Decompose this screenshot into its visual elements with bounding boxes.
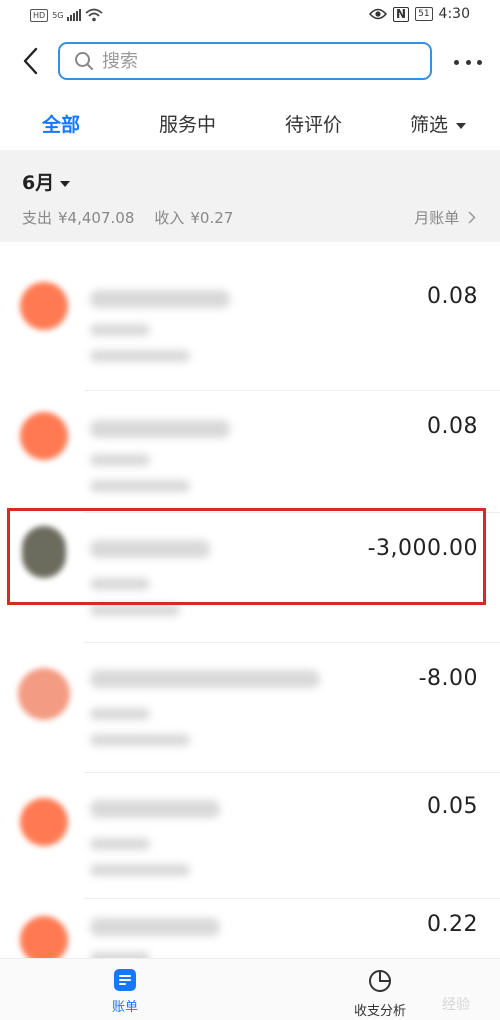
blurred-text xyxy=(90,800,220,818)
status-bar: HD 5G N 51 4:30 xyxy=(0,0,500,34)
network-label: 5G xyxy=(52,10,64,20)
month-summary: 6月 支出 ¥4,407.08 收入 ¥0.27 月账单 xyxy=(0,150,500,242)
nav-bill-label: 账单 xyxy=(111,1000,138,1015)
avatar xyxy=(20,282,68,330)
blurred-text xyxy=(90,604,180,616)
eye-icon xyxy=(369,8,388,20)
avatar xyxy=(20,412,68,460)
battery-icon: 51 xyxy=(415,7,433,21)
blurred-text xyxy=(90,708,150,720)
blurred-text xyxy=(90,454,150,466)
hd-badge: HD xyxy=(30,8,49,22)
divider xyxy=(84,642,500,643)
filter-label: 筛选 xyxy=(410,114,449,136)
transaction-row[interactable]: 0.08 xyxy=(0,392,500,518)
expense-value: ¥4,407.08 xyxy=(58,209,135,227)
transaction-amount: 0.05 xyxy=(427,794,478,819)
transaction-row[interactable]: 0.08 xyxy=(0,262,500,388)
search-input[interactable] xyxy=(102,50,402,72)
transaction-row[interactable]: 0.05 xyxy=(0,778,500,904)
blurred-text xyxy=(90,324,150,336)
blurred-text xyxy=(90,918,220,936)
caret-down-icon xyxy=(60,180,71,187)
blurred-text xyxy=(90,734,190,746)
divider xyxy=(84,772,500,773)
nav-analysis-tab[interactable]: 收支分析 xyxy=(345,969,415,1019)
bill-icon xyxy=(114,969,136,991)
expense-label: 支出 xyxy=(22,209,53,227)
month-totals: 支出 ¥4,407.08 收入 ¥0.27 xyxy=(22,207,239,228)
search-icon xyxy=(75,52,93,70)
more-options-icon[interactable] xyxy=(454,50,482,74)
tab-pending-review[interactable]: 待评价 xyxy=(285,110,342,137)
highlight-frame xyxy=(7,508,486,605)
month-label: 6月 xyxy=(22,172,55,194)
wifi-icon xyxy=(85,8,104,22)
transaction-amount: -8.00 xyxy=(418,666,478,691)
nav-analysis-label: 收支分析 xyxy=(353,1004,406,1019)
filter-tabs: 全部 服务中 待评价 筛选 xyxy=(0,100,500,144)
month-selector[interactable]: 6月 xyxy=(22,168,71,195)
status-right: N 51 4:30 xyxy=(369,6,470,22)
tab-filter[interactable]: 筛选 xyxy=(410,110,467,137)
transaction-row[interactable]: -8.00 xyxy=(0,648,500,774)
tab-in-service[interactable]: 服务中 xyxy=(159,110,216,137)
blurred-text xyxy=(90,290,230,308)
income-label: 收入 xyxy=(154,209,185,227)
top-bar xyxy=(0,40,500,84)
transaction-amount: 0.08 xyxy=(427,414,478,439)
blurred-text xyxy=(90,350,190,362)
transaction-amount: 0.22 xyxy=(427,912,478,937)
nav-bill-tab[interactable]: 账单 xyxy=(100,969,150,1015)
chevron-right-icon xyxy=(468,211,476,224)
avatar xyxy=(20,798,68,846)
tab-all[interactable]: 全部 xyxy=(42,110,80,137)
search-box[interactable] xyxy=(58,42,432,80)
divider xyxy=(84,390,500,391)
transaction-amount: 0.08 xyxy=(427,284,478,309)
income-value: ¥0.27 xyxy=(190,209,234,227)
monthly-bill-label: 月账单 xyxy=(414,209,460,227)
back-arrow-icon[interactable] xyxy=(16,46,46,76)
blurred-text xyxy=(90,420,230,438)
clock: 4:30 xyxy=(438,6,470,22)
monthly-bill-link[interactable]: 月账单 xyxy=(414,207,476,228)
avatar xyxy=(18,668,70,720)
blurred-text xyxy=(90,480,190,492)
blurred-text xyxy=(90,838,150,850)
bottom-nav: 账单 收支分析 xyxy=(0,958,500,1020)
nfc-icon: N xyxy=(393,6,410,22)
divider xyxy=(84,898,500,899)
watermark: 经验 xyxy=(442,997,470,1013)
blurred-text xyxy=(90,670,320,688)
pie-chart-icon xyxy=(369,970,391,992)
avatar xyxy=(20,916,68,964)
caret-down-icon xyxy=(456,122,467,129)
blurred-text xyxy=(90,864,190,876)
status-left: HD 5G xyxy=(30,8,104,22)
signal-icon xyxy=(67,9,82,21)
